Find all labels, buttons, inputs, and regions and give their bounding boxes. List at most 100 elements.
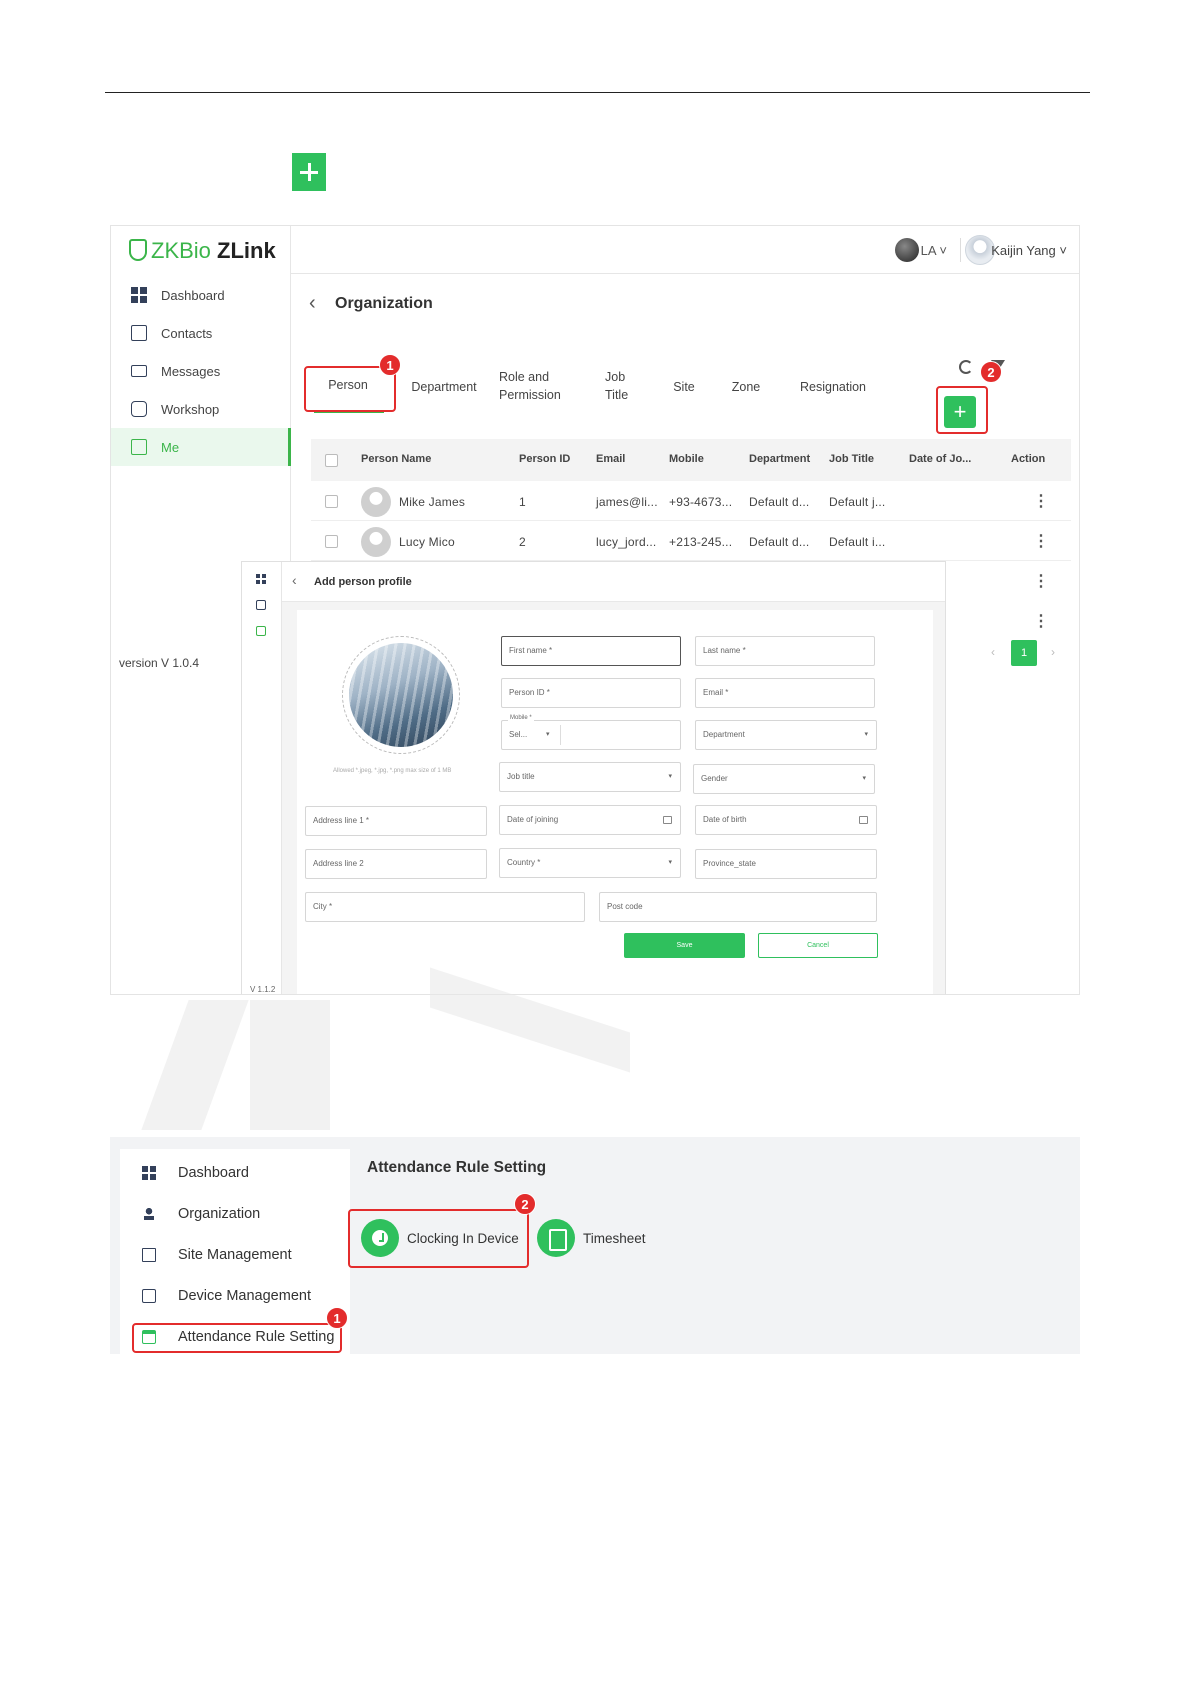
me-icon[interactable] [256, 626, 266, 636]
table-header: Person Name Person ID Email Mobile Depar… [311, 439, 1071, 481]
tab-department[interactable]: Department [399, 378, 489, 396]
person-mobile: +213-245... [669, 535, 733, 549]
sidebar-item-label: Dashboard [161, 287, 225, 303]
sidebar-item-contacts[interactable]: Contacts [111, 314, 289, 352]
next-page-button[interactable]: › [1051, 645, 1055, 659]
table-row[interactable]: Mike James 1 james@li... +93-4673... Def… [311, 481, 1071, 521]
building-photo [349, 643, 453, 747]
workshop-icon [131, 401, 147, 417]
person-department: Default d... [749, 495, 810, 509]
sidebar-item-device-management[interactable]: Device Management [120, 1277, 350, 1315]
profile-photo-upload[interactable] [342, 636, 460, 754]
user-menu[interactable]: Kaijin Yang ˅ [991, 243, 1067, 258]
department-select[interactable]: Department ▾ [695, 720, 877, 750]
country-code-select[interactable]: Sel... [509, 730, 527, 739]
sidebar-item-label: Messages [161, 363, 221, 379]
person-icon [142, 1207, 156, 1221]
column-header: Date of Jo... [909, 453, 972, 465]
callout-badge-1: 1 [379, 354, 401, 376]
dashboard-icon[interactable] [256, 574, 266, 584]
sidebar-item-site-management[interactable]: Site Management [120, 1236, 350, 1274]
cancel-button[interactable]: Cancel [758, 933, 878, 958]
date-of-birth-field[interactable]: Date of birth [695, 805, 877, 835]
watermark-shape [250, 1000, 330, 1130]
brand-zk: ZKBio [151, 238, 211, 263]
app-version: V 1.1.2 B [250, 985, 276, 994]
dashboard-icon [131, 287, 147, 303]
tab-resignation[interactable]: Resignation [783, 378, 883, 396]
user-name: Kaijin Yang [991, 243, 1056, 258]
callout-badge-2: 2 [980, 361, 1002, 383]
page-number-button[interactable]: 1 [1011, 640, 1037, 666]
sidebar-item-me[interactable]: Me [111, 428, 291, 466]
language-icon[interactable] [895, 238, 919, 262]
department-placeholder: Department [703, 730, 745, 739]
sidebar-item-label: Dashboard [178, 1165, 249, 1181]
gender-select[interactable]: Gender ▾ [693, 764, 875, 794]
calendar-icon [663, 816, 672, 824]
column-header: Action [1011, 453, 1046, 465]
sidebar-item-organization[interactable]: Organization [120, 1195, 350, 1233]
date-of-joining-field[interactable]: Date of joining [499, 805, 681, 835]
address-line-1-field[interactable]: Address line 1 * [305, 806, 487, 836]
post-code-field[interactable]: Post code [599, 892, 877, 922]
watermark-shape [141, 1000, 249, 1130]
prev-page-button[interactable]: ‹ [991, 645, 995, 659]
save-button[interactable]: Save [624, 933, 745, 958]
mobile-field[interactable]: Mobile * Sel... ▾ [501, 714, 681, 750]
panel-title: Add person profile [314, 576, 412, 588]
sidebar-item-workshop[interactable]: Workshop [111, 390, 289, 428]
brand-logo: ZKBio ZLink [129, 238, 276, 264]
row-checkbox[interactable] [325, 535, 338, 548]
sidebar-item-label: Contacts [161, 325, 213, 341]
refresh-icon[interactable] [959, 360, 973, 374]
first-name-field[interactable]: First name * [501, 636, 681, 666]
job-title-select[interactable]: Job title ▾ [499, 762, 681, 792]
page-header-rule [105, 92, 1090, 93]
attendance-rule-screenshot: Dashboard Organization Site Management D… [110, 1137, 1080, 1354]
back-chevron-icon[interactable]: ‹ [309, 292, 316, 315]
row-action-icon[interactable]: ⋮ [1033, 571, 1049, 591]
language-selector[interactable]: LA ˅ [921, 243, 947, 258]
country-placeholder: Country * [507, 858, 541, 867]
language-label: LA [920, 243, 936, 258]
select-all-checkbox[interactable] [325, 454, 338, 467]
tab-role-and-permission[interactable]: Role and Permission [499, 368, 589, 404]
sidebar-item-label: Site Management [178, 1247, 292, 1263]
column-header: Department [749, 453, 811, 465]
country-select[interactable]: Country * ▾ [499, 848, 681, 878]
sidebar-item-dashboard[interactable]: Dashboard [120, 1154, 350, 1192]
mini-sidebar: V 1.1.2 B [242, 562, 282, 994]
date-of-birth-placeholder: Date of birth [703, 815, 747, 824]
job-title-placeholder: Job title [507, 772, 535, 781]
row-action-icon[interactable]: ⋮ [1033, 611, 1049, 631]
timesheet-button[interactable]: Timesheet [537, 1219, 646, 1257]
calendar-icon [859, 816, 868, 824]
row-action-icon[interactable]: ⋮ [1033, 531, 1049, 551]
me-icon [131, 439, 147, 455]
back-chevron-icon[interactable]: ‹ [292, 572, 297, 588]
top-bar: LA ˅ Kaijin Yang ˅ [291, 226, 1079, 274]
tab-site[interactable]: Site [659, 378, 709, 396]
last-name-field[interactable]: Last name * [695, 636, 875, 666]
person-id-field[interactable]: Person ID * [501, 678, 681, 708]
person-id: 2 [519, 535, 526, 549]
highlight-attendance-rule-setting [132, 1323, 342, 1353]
sidebar-item-label: Organization [178, 1206, 261, 1222]
province-state-field[interactable]: Province_state [695, 849, 877, 879]
tab-job-title[interactable]: Job Title [605, 368, 645, 404]
email-field[interactable]: Email * [695, 678, 875, 708]
row-action-icon[interactable]: ⋮ [1033, 491, 1049, 511]
sidebar-item-label: Device Management [178, 1288, 311, 1304]
row-checkbox[interactable] [325, 495, 338, 508]
person-department: Default d... [749, 535, 810, 549]
sidebar-item-label: Me [161, 439, 180, 455]
sidebar-item-messages[interactable]: Messages [111, 352, 289, 390]
workshop-icon[interactable] [256, 600, 266, 610]
address-line-2-field[interactable]: Address line 2 [305, 849, 487, 879]
city-field[interactable]: City * [305, 892, 585, 922]
table-row[interactable]: Lucy Mico 2 lucy_jord... +213-245... Def… [311, 521, 1071, 561]
sidebar-item-dashboard[interactable]: Dashboard [111, 276, 289, 314]
building-icon [142, 1248, 156, 1262]
tab-zone[interactable]: Zone [721, 378, 771, 396]
